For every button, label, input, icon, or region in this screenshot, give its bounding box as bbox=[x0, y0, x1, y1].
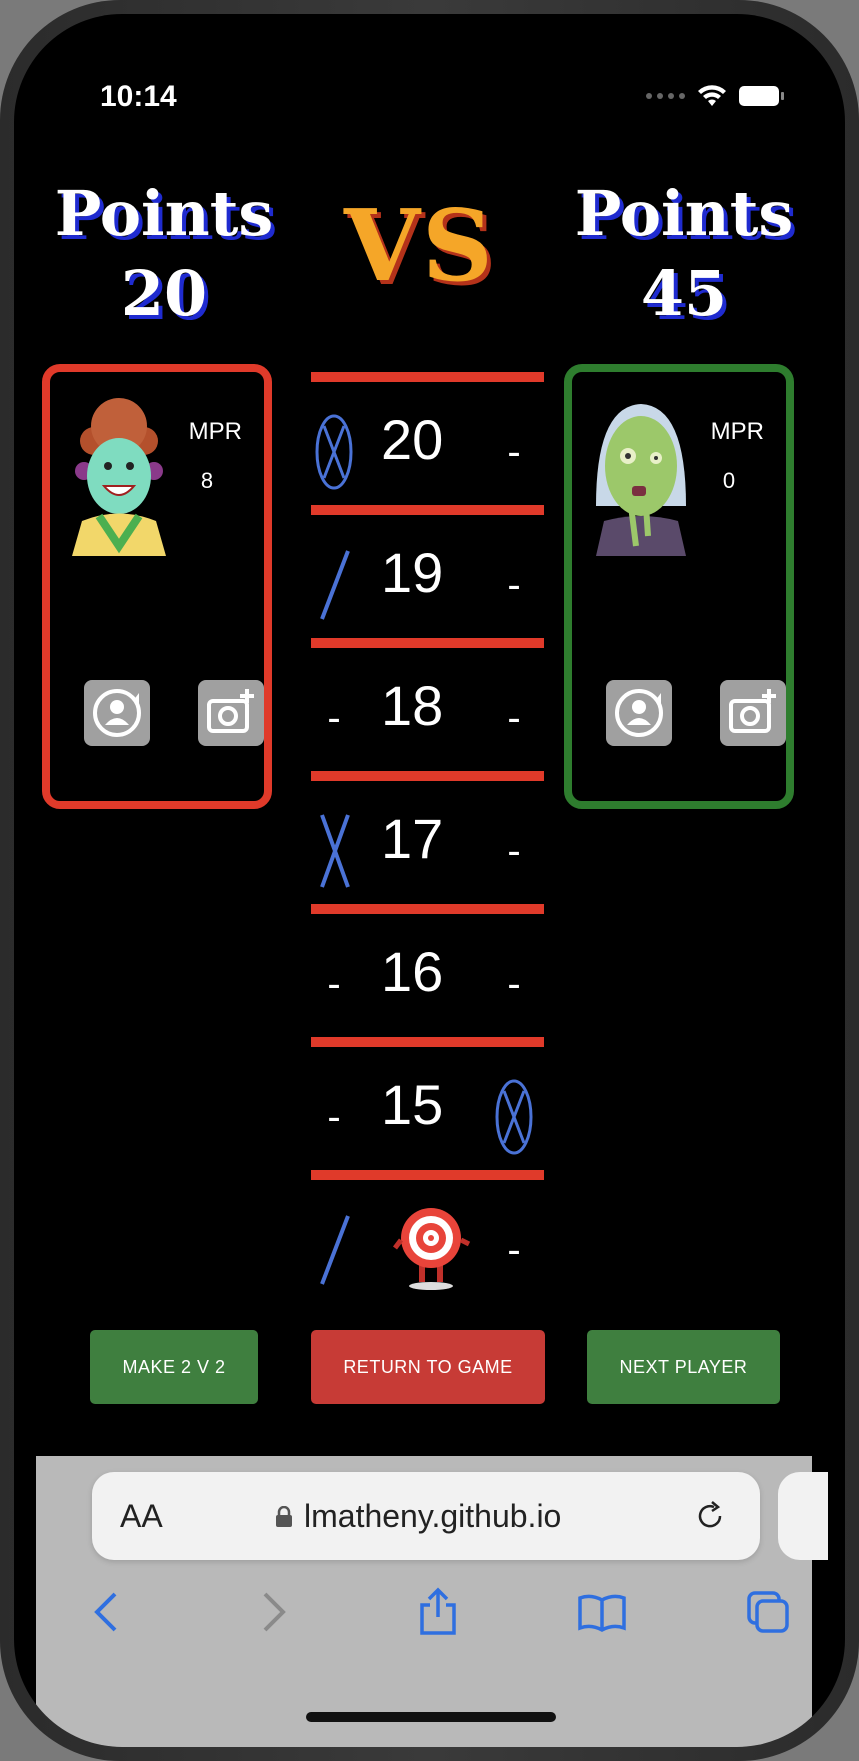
swap-user-icon bbox=[93, 689, 141, 737]
player1-mark-16[interactable]: - bbox=[311, 944, 357, 1024]
safari-toolbar: AA lmatheny.github.io bbox=[36, 1456, 828, 1747]
share-icon bbox=[420, 1587, 456, 1635]
single-mark-icon bbox=[320, 1215, 350, 1285]
wifi-icon bbox=[698, 85, 726, 106]
battery-icon bbox=[739, 86, 784, 106]
add-photo-icon bbox=[207, 689, 254, 733]
status-time: 10:14 bbox=[100, 80, 177, 113]
board-row-17: 17 - bbox=[311, 771, 544, 904]
row-divider bbox=[311, 1037, 544, 1047]
board-row-19: 19 - bbox=[311, 505, 544, 638]
player2-mpr-value: 0 bbox=[722, 468, 736, 493]
row-divider bbox=[311, 904, 544, 914]
player1-points: Points 20 bbox=[44, 174, 284, 334]
board-row-18: - 18 - bbox=[311, 638, 544, 771]
address-bar[interactable]: AA lmatheny.github.io bbox=[92, 1472, 760, 1560]
return-to-game-button[interactable]: RETURN TO GAME bbox=[311, 1330, 545, 1404]
next-tab-preview[interactable] bbox=[778, 1472, 828, 1560]
forward-button[interactable] bbox=[244, 1582, 304, 1642]
board-row-bull: - bbox=[311, 1170, 544, 1300]
board-row-20: 20 - bbox=[311, 372, 544, 505]
home-indicator[interactable] bbox=[306, 1712, 556, 1722]
reload-icon[interactable] bbox=[692, 1498, 728, 1534]
player1-mpr-value: 8 bbox=[200, 468, 214, 493]
target-number: 17 bbox=[381, 807, 444, 870]
swap-user-icon bbox=[615, 689, 663, 737]
vs-label: VS bbox=[344, 189, 495, 304]
player2-mark-20[interactable]: - bbox=[491, 412, 537, 492]
player1-points-label: Points bbox=[54, 177, 274, 250]
row-divider bbox=[311, 505, 544, 515]
player2-mark-19[interactable]: - bbox=[491, 545, 537, 625]
player2-points-value: 45 bbox=[640, 257, 728, 330]
signal-icon bbox=[646, 93, 685, 99]
player2-points-label: Points bbox=[574, 177, 794, 250]
player1-swap-player-button[interactable] bbox=[84, 680, 150, 746]
player1-mark-20[interactable] bbox=[311, 412, 357, 492]
phone-screen: 10:14 Points 20 VS Points 45 MPR 8 MPR 0… bbox=[14, 14, 845, 1747]
row-divider bbox=[311, 372, 544, 382]
row-divider bbox=[311, 1170, 544, 1180]
text-size-button[interactable]: AA bbox=[120, 1498, 163, 1535]
status-icons bbox=[646, 84, 784, 108]
double-mark-icon bbox=[320, 814, 350, 888]
row-divider bbox=[311, 638, 544, 648]
player1-mark-bull[interactable] bbox=[311, 1210, 357, 1290]
tabs-icon bbox=[747, 1591, 789, 1633]
player2-card: MPR 0 bbox=[564, 364, 794, 809]
phone-bezel: 10:14 Points 20 VS Points 45 MPR 8 MPR 0… bbox=[0, 0, 859, 1761]
make-2v2-button[interactable]: MAKE 2 V 2 bbox=[90, 1330, 258, 1404]
player2-mpr-label: MPR bbox=[710, 418, 764, 445]
player1-mark-19[interactable] bbox=[311, 545, 357, 625]
tabs-button[interactable] bbox=[738, 1582, 798, 1642]
book-icon bbox=[578, 1594, 626, 1632]
player1-mark-17[interactable] bbox=[311, 811, 357, 891]
chevron-left-icon bbox=[94, 1592, 117, 1632]
next-player-button[interactable]: NEXT PLAYER bbox=[587, 1330, 780, 1404]
player1-mpr-label: MPR bbox=[188, 418, 242, 445]
player2-mark-17[interactable]: - bbox=[491, 811, 537, 891]
target-number: 19 bbox=[381, 541, 444, 604]
back-button[interactable] bbox=[76, 1582, 136, 1642]
target-number: 15 bbox=[381, 1073, 444, 1136]
chevron-right-icon bbox=[263, 1592, 286, 1632]
player2-mark-bull[interactable]: - bbox=[491, 1210, 537, 1290]
player2-mark-15[interactable] bbox=[491, 1077, 537, 1157]
player2-points: Points 45 bbox=[564, 174, 804, 334]
board-row-15: - 15 bbox=[311, 1037, 544, 1170]
closed-mark-icon bbox=[315, 414, 353, 490]
player2-avatar[interactable] bbox=[586, 386, 696, 556]
player2-add-photo-button[interactable] bbox=[720, 680, 786, 746]
player1-card: MPR 8 bbox=[42, 364, 272, 809]
target-number: 16 bbox=[381, 940, 444, 1003]
board-row-16: - 16 - bbox=[311, 904, 544, 1037]
target-number: 18 bbox=[381, 674, 444, 737]
player2-mark-18[interactable]: - bbox=[491, 678, 537, 758]
bullseye-target-icon bbox=[393, 1208, 471, 1290]
cricket-board: 20 - 19 - - 18 - 17 - - 16 - - 15 - bbox=[311, 372, 544, 1300]
player1-avatar[interactable] bbox=[64, 386, 174, 556]
lock-icon bbox=[276, 1506, 292, 1527]
add-photo-icon bbox=[729, 689, 776, 733]
player1-add-photo-button[interactable] bbox=[198, 680, 264, 746]
bookmarks-button[interactable] bbox=[572, 1582, 632, 1642]
player1-mark-18[interactable]: - bbox=[311, 678, 357, 758]
player2-swap-player-button[interactable] bbox=[606, 680, 672, 746]
closed-mark-icon bbox=[495, 1079, 533, 1155]
url-text[interactable]: lmatheny.github.io bbox=[304, 1498, 561, 1535]
row-divider bbox=[311, 771, 544, 781]
target-number: 20 bbox=[381, 408, 444, 471]
player2-mark-16[interactable]: - bbox=[491, 944, 537, 1024]
player1-mark-15[interactable]: - bbox=[311, 1077, 357, 1157]
share-button[interactable] bbox=[408, 1582, 468, 1642]
single-mark-icon bbox=[320, 550, 350, 620]
player1-points-value: 20 bbox=[120, 257, 208, 330]
